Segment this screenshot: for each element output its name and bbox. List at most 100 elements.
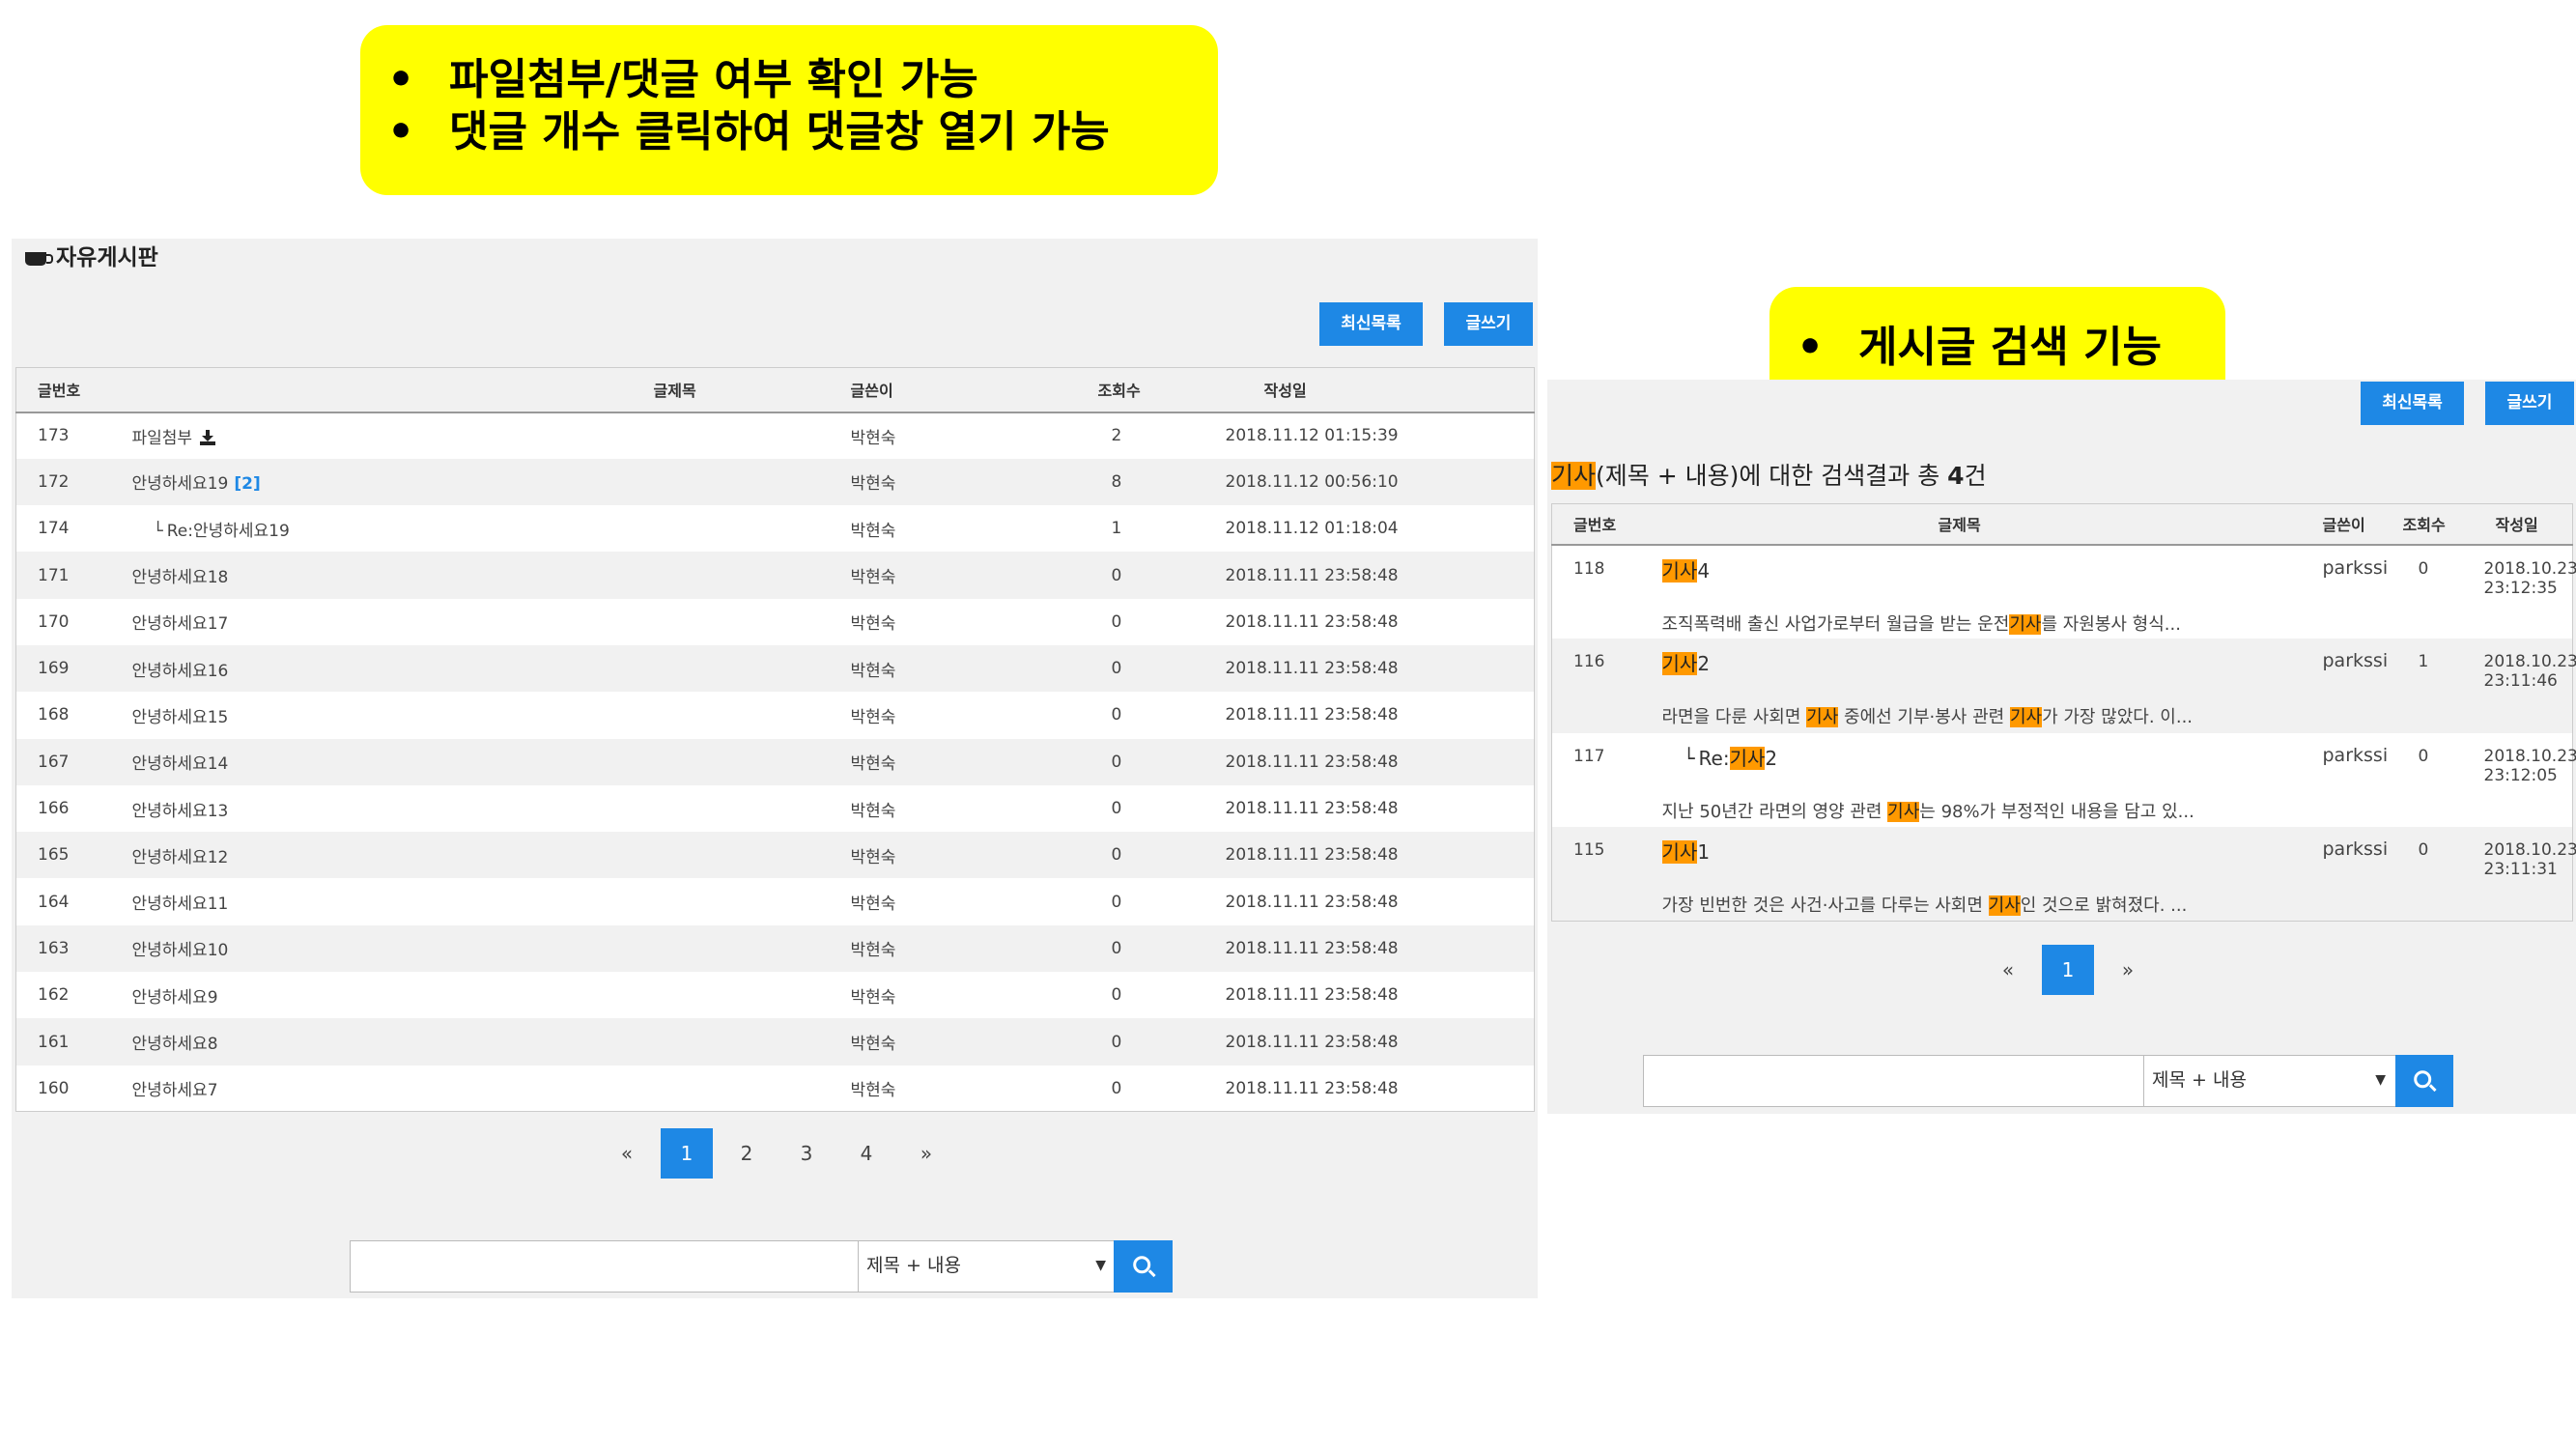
page-4-button[interactable]: 4 [840,1128,892,1179]
post-snippet: 조직폭력배 출신 사업가로부터 월급을 받는 운전기사를 자원봉사 형식... [1662,611,2283,636]
table-row[interactable]: 171 안녕하세요18 박현숙 0 2018.11.11 23:58:48 [15,552,1535,599]
post-title-link[interactable]: 안녕하세요17 [132,614,229,634]
board-title: 자유게시판 [25,239,158,271]
post-author: parkssi [2283,827,2395,922]
table-row[interactable]: 160 안녕하세요7 박현숙 0 2018.11.11 23:58:48 [16,1065,1535,1112]
post-title-link[interactable]: 안녕하세요10 [132,941,229,960]
write-button[interactable]: 글쓰기 [2485,382,2574,425]
post-author: 박현숙 [850,428,896,448]
post-title-link[interactable]: 기사4 [1661,555,2283,583]
search-result-row[interactable]: 115 기사1 가장 빈번한 것은 사건·사고를 다루는 사회면 기사인 것으로 밝… [1551,827,2576,922]
keyword-highlight: 기사 [2009,707,2043,727]
search-icon [1132,1256,1150,1274]
comment-count-link[interactable]: [2] [234,474,260,494]
post-title-link[interactable]: 파일첨부 [132,429,193,448]
post-title-link[interactable]: 기사1 [1661,837,2283,865]
post-title-link[interactable]: 안녕하세요13 [132,802,229,821]
search-result-row[interactable]: 118 기사4 조직폭력배 출신 사업가로부터 월급을 받는 운전기사를 자원봉사 … [1552,545,2576,639]
post-views: 0 [2394,827,2477,922]
post-author: 박현숙 [850,895,896,915]
post-date: 2018.11.11 23:58:48 [1213,738,1535,785]
post-title-link[interactable]: 안녕하세요18 [132,568,229,587]
next-page-button[interactable]: » [900,1128,952,1179]
search-type-select[interactable]: 제목 + 내용 ▼ [858,1240,1117,1293]
post-title-link[interactable]: 안녕하세요15 [132,708,229,727]
post-number: 164 [38,892,70,912]
post-author: 박현숙 [850,1081,896,1101]
table-row[interactable]: 167 안녕하세요14 박현숙 0 2018.11.11 23:58:48 [15,738,1535,785]
post-title-cell: 기사2 라면을 다룬 사회면 기사 중에선 기부·봉사 관련 기사가 가장 많았다… [1657,639,2284,733]
page-3-button[interactable]: 3 [780,1128,833,1179]
result-count: 4 [1947,462,1965,490]
post-date: 2018.11.11 23:58:48 [1225,892,1399,912]
search-result-row[interactable]: 117 └ Re:기사2 지난 50년간 라면의 영양 관련 기사는 98%가 부정적… [1552,733,2576,828]
table-row[interactable]: 169 안녕하세요16 박현숙 0 2018.11.11 23:58:48 [15,644,1535,693]
post-date-day: 2018.10.23 [2483,746,2576,766]
post-date: 2018.11.11 23:58:48 [1213,1018,1535,1065]
table-row[interactable]: 174 └ Re:안녕하세요19 박현숙 1 2018.11.12 01:18:04 [16,505,1535,552]
post-title-link[interactable]: 안녕하세요12 [132,848,229,867]
table-row[interactable]: 164 안녕하세요11 박현숙 0 2018.11.11 23:58:48 [16,878,1535,924]
next-page-button[interactable]: » [2102,945,2154,995]
post-title-link[interactable]: 안녕하세요14 [132,754,229,774]
page-1-button[interactable]: 1 [661,1128,713,1179]
latest-list-button[interactable]: 최신목록 [2361,382,2464,425]
post-number: 168 [38,705,70,725]
post-title-link[interactable]: Re:안녕하세요19 [167,522,290,541]
post-title-link[interactable]: └ Re:기사2 [1662,743,2283,771]
page-2-button[interactable]: 2 [721,1128,773,1179]
search-input[interactable] [1643,1055,2145,1107]
board-title-text: 자유게시판 [56,245,158,270]
post-title-link[interactable]: 기사2 [1661,648,2283,676]
table-header-row: 글번호 글제목 글쓴이 조회수 작성일 [1551,503,2573,546]
post-title-cell: 안녕하세요19 [2] [122,458,847,506]
search-button[interactable] [2395,1055,2453,1107]
post-date: 2018.11.11 23:58:48 [1225,705,1399,725]
table-header-row: 글번호 글제목 글쓴이 조회수 작성일 [15,367,1535,413]
keyword-highlight: 기사 [2009,613,2042,635]
table-row[interactable]: 165 안녕하세요12 박현숙 0 2018.11.11 23:58:48 [15,832,1535,879]
table-row[interactable]: 172 안녕하세요19 [2] 박현숙 8 2018.11.12 00:56:10 [15,458,1535,506]
prev-page-button[interactable]: « [601,1128,653,1179]
write-button[interactable]: 글쓰기 [1444,302,1533,346]
search-input[interactable] [350,1240,869,1293]
dropdown-caret-icon: ▼ [2375,1072,2386,1088]
table-row[interactable]: 163 안녕하세요10 박현숙 0 2018.11.11 23:58:48 [15,924,1535,973]
table-row[interactable]: 161 안녕하세요8 박현숙 0 2018.11.11 23:58:48 [15,1018,1535,1065]
post-title-link[interactable]: 안녕하세요11 [132,895,229,914]
title-text: 1 [1697,840,1711,864]
post-author: 박현숙 [846,1018,1098,1065]
snippet-text: 인 것으로 밝혀졌다. ... [2020,895,2188,916]
table-row[interactable]: 162 안녕하세요9 박현숙 0 2018.11.11 23:58:48 [16,972,1535,1018]
post-title-cell: 안녕하세요16 [122,644,847,693]
table-row[interactable]: 168 안녕하세요15 박현숙 0 2018.11.11 23:58:48 [16,692,1535,738]
keyword-highlight: 기사 [1988,895,2021,916]
post-date: 2018.11.12 00:56:10 [1213,458,1535,506]
search-type-select[interactable]: 제목 + 내용 ▼ [2143,1055,2396,1107]
table-row[interactable]: 173 파일첨부 박현숙 2 2018.11.12 01:15:39 [16,412,1535,459]
post-title-link[interactable]: 안녕하세요8 [132,1035,218,1054]
page-1-button[interactable]: 1 [2042,945,2094,995]
post-title-link[interactable]: 안녕하세요7 [132,1081,218,1100]
table-row[interactable]: 170 안녕하세요17 박현숙 0 2018.11.11 23:58:48 [16,599,1535,645]
post-date-time: 23:11:31 [2483,860,2558,879]
prev-page-button[interactable]: « [1982,945,2034,995]
col-header-title: 글제목 [1657,503,2284,546]
snippet-text: 라면을 다룬 사회면 [1661,707,1807,727]
post-title-link[interactable]: 안녕하세요9 [132,988,218,1008]
post-title-link[interactable]: 안녕하세요19 [132,474,229,494]
post-views: 0 [1097,924,1214,973]
post-number: 116 [1551,639,1658,733]
col-header-views: 조회수 [2394,503,2477,546]
search-result-row[interactable]: 116 기사2 라면을 다룬 사회면 기사 중에선 기부·봉사 관련 기사가 가장 … [1551,639,2576,733]
col-header-title: 글제목 [122,367,847,413]
post-views: 0 [1111,705,1122,725]
latest-list-button[interactable]: 최신목록 [1319,302,1423,346]
post-number: 117 [1573,746,1605,766]
post-views: 0 [2418,558,2429,579]
post-title-link[interactable]: 안녕하세요16 [132,662,229,681]
table-row[interactable]: 166 안녕하세요13 박현숙 0 2018.11.11 23:58:48 [16,785,1535,832]
post-number: 174 [38,519,70,539]
search-button[interactable] [1114,1240,1173,1293]
post-date: 2018.11.11 23:58:48 [1213,924,1535,973]
